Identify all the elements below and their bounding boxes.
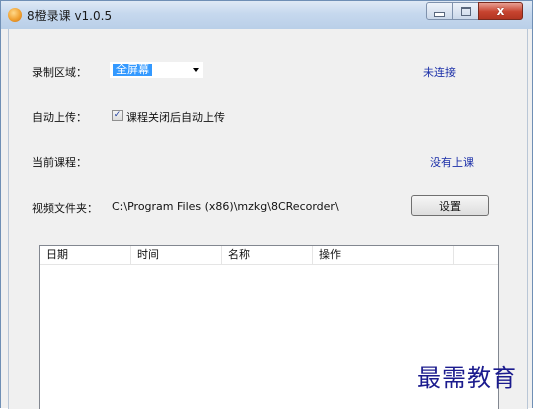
checkmark-icon: ✓: [113, 110, 122, 120]
maximize-icon: [460, 6, 471, 16]
record-area-label: 录制区域：: [32, 66, 87, 79]
current-course-label: 当前课程：: [32, 156, 87, 169]
app-window: 8橙录课 v1.0.5 x 录制区域： 全屏幕 未连接 自动上传： ✓ 课程关闭…: [0, 0, 533, 409]
orange-app-icon: [8, 8, 22, 22]
main-panel: 录制区域： 全屏幕 未连接 自动上传： ✓ 课程关闭后自动上传 当前课程： 没有…: [8, 29, 528, 409]
column-header-name[interactable]: 名称: [222, 246, 313, 264]
column-header-time[interactable]: 时间: [131, 246, 222, 264]
window-title: 8橙录课 v1.0.5: [27, 9, 113, 23]
chevron-down-icon[interactable]: [193, 68, 199, 72]
auto-upload-label: 自动上传：: [32, 111, 87, 124]
auto-upload-checkbox[interactable]: ✓: [112, 110, 123, 121]
connection-status-link[interactable]: 未连接: [423, 64, 456, 80]
settings-button[interactable]: 设置: [411, 195, 489, 216]
video-folder-label: 视频文件夹：: [32, 202, 98, 215]
column-header-action[interactable]: 操作: [313, 246, 454, 264]
course-status-link[interactable]: 没有上课: [430, 154, 474, 170]
table-header: 日期 时间 名称 操作: [40, 246, 498, 265]
title-bar[interactable]: 8橙录课 v1.0.5 x: [1, 1, 532, 29]
video-folder-path: C:\Program Files (x86)\mzkg\8CRecorder\: [112, 200, 339, 213]
minimize-icon: [434, 11, 445, 17]
watermark-text: 最需教育: [417, 364, 517, 392]
close-button[interactable]: x: [478, 2, 523, 20]
close-icon: x: [496, 4, 505, 18]
auto-upload-option-label[interactable]: 课程关闭后自动上传: [126, 109, 225, 125]
maximize-button[interactable]: [452, 2, 479, 20]
minimize-button[interactable]: [426, 2, 453, 20]
record-area-select[interactable]: 全屏幕: [110, 62, 203, 78]
column-header-date[interactable]: 日期: [40, 246, 131, 264]
record-area-selected-value: 全屏幕: [113, 64, 152, 76]
